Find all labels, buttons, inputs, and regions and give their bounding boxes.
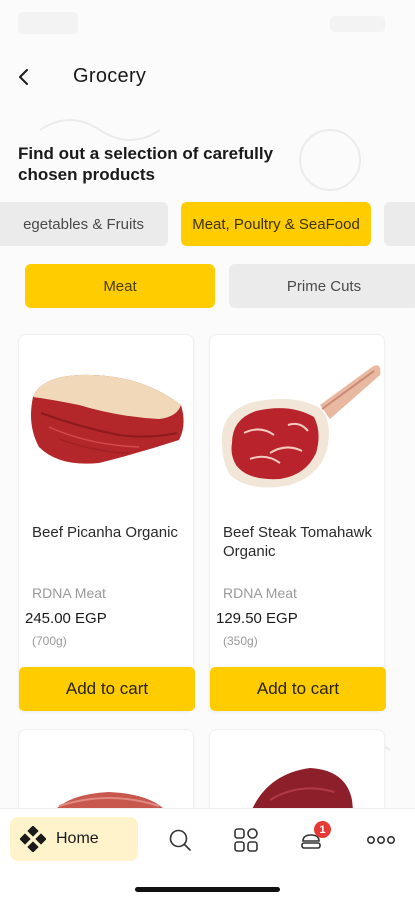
product-brand: RDNA Meat xyxy=(223,585,297,601)
product-weight: (700g) xyxy=(32,634,67,648)
product-image-tomahawk xyxy=(221,365,381,488)
header: Grocery xyxy=(0,55,415,99)
home-icon xyxy=(20,826,46,852)
back-button[interactable] xyxy=(8,61,40,93)
subcategory-tabs: Meat Prime Cuts xyxy=(0,264,415,308)
cart-count-badge: 1 xyxy=(314,821,331,838)
nav-categories[interactable] xyxy=(231,825,261,855)
category-label: Meat, Poultry & SeaFood xyxy=(192,215,360,233)
page-title: Grocery xyxy=(73,65,147,87)
categories-icon xyxy=(234,828,258,852)
status-time xyxy=(18,12,78,34)
subcategory-meat[interactable]: Meat xyxy=(25,264,215,308)
chevron-left-icon xyxy=(19,69,28,85)
intro-heading: Find out a selection of carefully chosen… xyxy=(18,144,274,184)
subcategory-prime-cuts[interactable]: Prime Cuts xyxy=(229,264,415,308)
category-tabs: egetables & Fruits Meat, Poultry & SeaFo… xyxy=(0,202,415,246)
product-image-picanha xyxy=(31,374,184,464)
product-name: Beef Picanha Organic xyxy=(32,524,178,541)
nav-home-label: Home xyxy=(56,830,99,847)
nav-home[interactable]: Home xyxy=(10,817,138,861)
product-brand: RDNA Meat xyxy=(32,585,106,601)
status-bar xyxy=(0,0,415,44)
add-to-cart-button[interactable]: Add to cart xyxy=(19,667,195,711)
more-icon xyxy=(366,835,395,845)
bottom-navigation: Home 1 xyxy=(0,808,415,900)
nav-cart[interactable]: 1 xyxy=(296,821,331,855)
product-name: Beef Steak Tomahawk Organic xyxy=(223,524,372,560)
category-next[interactable] xyxy=(384,202,415,246)
product-price: 129.50 EGP xyxy=(216,610,298,627)
product-price: 245.00 EGP xyxy=(25,610,107,627)
subcategory-label: Prime Cuts xyxy=(286,277,362,295)
category-label: egetables & Fruits xyxy=(23,215,144,233)
nav-more[interactable] xyxy=(366,825,396,855)
subcategory-label: Meat xyxy=(103,277,137,295)
status-indicators xyxy=(330,16,385,32)
nav-search[interactable] xyxy=(165,825,195,855)
add-to-cart-button[interactable]: Add to cart xyxy=(210,667,386,711)
product-weight: (350g) xyxy=(223,634,258,648)
search-icon xyxy=(169,829,191,851)
category-meat-poultry-seafood[interactable]: Meat, Poultry & SeaFood xyxy=(181,202,371,246)
home-indicator xyxy=(135,887,280,892)
product-card[interactable]: Beef Steak Tomahawk Organic RDNA Meat 12… xyxy=(209,334,386,712)
product-card[interactable]: Beef Picanha Organic RDNA Meat 245.00 EG… xyxy=(18,334,195,712)
category-vegetables-fruits[interactable]: egetables & Fruits xyxy=(0,202,168,246)
